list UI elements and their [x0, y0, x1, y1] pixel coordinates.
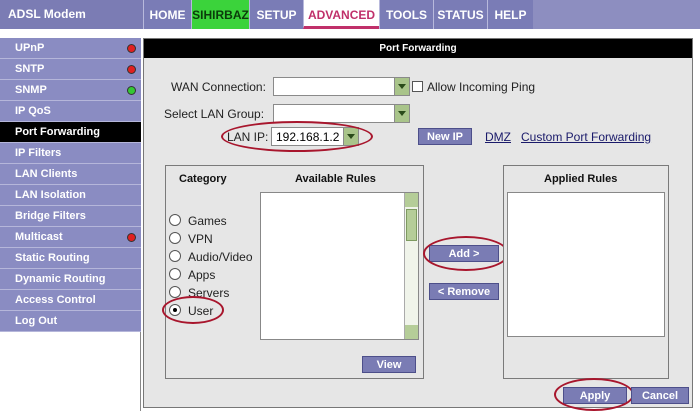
sidebar-item-lan-clients[interactable]: LAN Clients [0, 164, 141, 185]
sidebar-item-ip-filters[interactable]: IP Filters [0, 143, 141, 164]
scroll-thumb[interactable] [406, 209, 417, 241]
sidebar-item-label: IP QoS [15, 105, 51, 117]
new-ip-button[interactable]: New IP [418, 128, 472, 145]
available-rules-scrollbar[interactable] [404, 193, 418, 339]
sidebar-item-snmp[interactable]: SNMP [0, 80, 141, 101]
sidebar-item-upnp[interactable]: UPnP [0, 38, 141, 59]
category-apps-label: Apps [188, 268, 216, 282]
tab-advanced[interactable]: ADVANCED [303, 0, 379, 29]
available-rules-list[interactable] [260, 192, 419, 340]
tab-setup[interactable]: SETUP [249, 0, 303, 29]
sidebar-item-label: Log Out [15, 315, 58, 327]
sidebar-footer [0, 332, 141, 411]
annotation-circle [423, 236, 509, 271]
view-button[interactable]: View [362, 356, 416, 373]
sidebar-item-label: Static Routing [15, 252, 90, 264]
sidebar-item-log-out[interactable]: Log Out [0, 311, 141, 332]
applied-rules-box: Applied Rules [503, 165, 669, 379]
sidebar-item-label: IP Filters [15, 147, 62, 159]
top-bar: ADSL Modem HOME SIHIRBAZ SETUP ADVANCED … [0, 0, 700, 29]
sidebar-item-label: Bridge Filters [15, 210, 86, 222]
sidebar-item-label: SNTP [15, 63, 45, 75]
sidebar-item-label: Dynamic Routing [15, 273, 106, 285]
custom-port-forwarding-link[interactable]: Custom Port Forwarding [521, 130, 651, 144]
scroll-up-icon[interactable] [405, 193, 418, 207]
remove-button[interactable]: < Remove [429, 283, 499, 300]
category-title: Category [179, 173, 227, 185]
sidebar-item-multicast[interactable]: Multicast [0, 227, 141, 248]
sidebar-item-label: SNMP [15, 84, 47, 96]
sidebar-item-label: Multicast [15, 231, 63, 243]
rules-box: Category Available Rules Games VPN Audio… [162, 165, 424, 379]
category-apps-radio[interactable] [169, 268, 181, 280]
tab-home[interactable]: HOME [143, 0, 191, 29]
chevron-down-icon [394, 78, 409, 95]
allow-ping-label: Allow Incoming Ping [427, 80, 536, 94]
status-red-icon [127, 65, 136, 74]
chevron-down-icon [394, 105, 409, 122]
sidebar-item-access-control[interactable]: Access Control [0, 290, 141, 311]
sidebar-item-dynamic-routing[interactable]: Dynamic Routing [0, 269, 141, 290]
annotation-circle [221, 121, 373, 152]
wan-connection-label: WAN Connection: [171, 80, 266, 94]
tab-help[interactable]: HELP [487, 0, 533, 29]
wan-connection-select[interactable] [273, 77, 410, 96]
sidebar-item-ip-qos[interactable]: IP QoS [0, 101, 141, 122]
sidebar-item-port-forwarding[interactable]: Port Forwarding [0, 122, 141, 143]
sidebar-item-static-routing[interactable]: Static Routing [0, 248, 141, 269]
category-vpn-radio[interactable] [169, 232, 181, 244]
sidebar-item-label: LAN Isolation [15, 189, 86, 201]
panel-title: Port Forwarding [144, 39, 692, 58]
sidebar-item-label: Port Forwarding [15, 126, 100, 138]
main-tabs: HOME SIHIRBAZ SETUP ADVANCED TOOLS STATU… [143, 0, 533, 29]
lan-group-label: Select LAN Group: [164, 107, 265, 121]
category-servers-radio[interactable] [169, 286, 181, 298]
category-audio-video-label: Audio/Video [188, 250, 253, 264]
sidebar-item-sntp[interactable]: SNTP [0, 59, 141, 80]
cancel-button[interactable]: Cancel [631, 387, 689, 404]
brand-title: ADSL Modem [0, 0, 143, 29]
sidebar-item-bridge-filters[interactable]: Bridge Filters [0, 206, 141, 227]
sidebar: UPnP SNTP SNMP IP QoS Port Forwarding IP… [0, 38, 141, 332]
sidebar-item-lan-isolation[interactable]: LAN Isolation [0, 185, 141, 206]
tab-sihirbaz[interactable]: SIHIRBAZ [191, 0, 249, 29]
allow-ping-checkbox[interactable] [412, 81, 423, 92]
port-forwarding-panel: Port Forwarding WAN Connection: Allow In… [143, 38, 693, 411]
sidebar-item-label: Access Control [15, 294, 96, 306]
tab-tools[interactable]: TOOLS [379, 0, 433, 29]
category-games-radio[interactable] [169, 214, 181, 226]
category-games-label: Games [188, 214, 227, 228]
dmz-link[interactable]: DMZ [485, 130, 511, 144]
sidebar-item-label: LAN Clients [15, 168, 78, 180]
status-red-icon [127, 233, 136, 242]
applied-rules-title: Applied Rules [544, 173, 618, 185]
tab-status[interactable]: STATUS [433, 0, 487, 29]
category-audio-video-radio[interactable] [169, 250, 181, 262]
status-green-icon [127, 86, 136, 95]
annotation-circle [554, 378, 634, 411]
applied-rules-list[interactable] [507, 192, 665, 337]
available-rules-title: Available Rules [295, 173, 376, 185]
status-red-icon [127, 44, 136, 53]
scroll-down-icon[interactable] [405, 325, 418, 339]
annotation-circle [162, 296, 224, 324]
category-vpn-label: VPN [188, 232, 213, 246]
sidebar-item-label: UPnP [15, 42, 45, 54]
